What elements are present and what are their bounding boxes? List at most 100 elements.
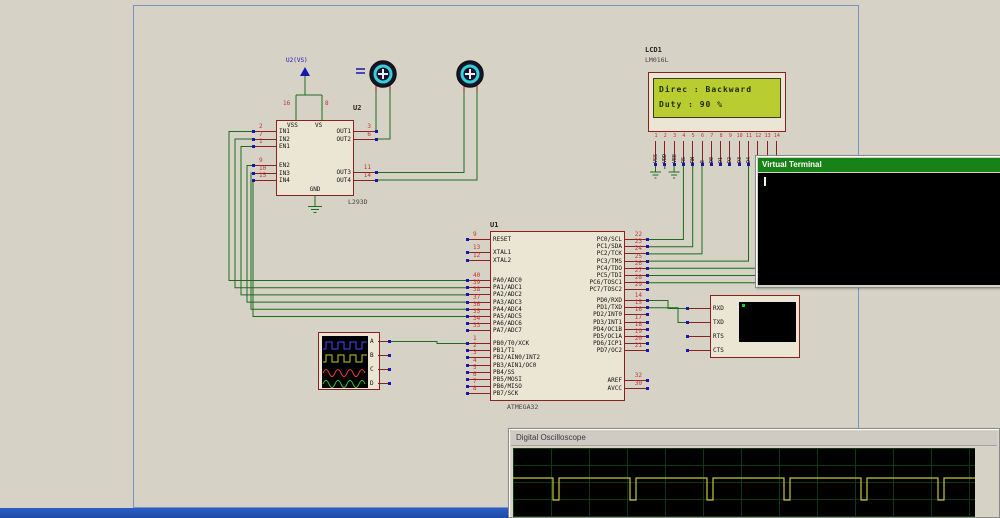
pin-name: D0 bbox=[708, 156, 715, 163]
pin-name: PB6/MISO bbox=[493, 383, 522, 391]
pin-name: PC0/SCL bbox=[596, 236, 622, 243]
virtual-terminal-titlebar[interactable]: Virtual Terminal bbox=[758, 158, 1000, 172]
pin-stub bbox=[255, 180, 276, 181]
pin-number: 14 bbox=[363, 171, 371, 179]
pin-row[interactable]: 7 IN2 bbox=[252, 131, 290, 143]
pin-row[interactable]: 30 AVCC bbox=[608, 380, 649, 392]
pin-row[interactable]: 5 PB4/SS bbox=[466, 364, 515, 376]
virtual-terminal-window[interactable]: Virtual Terminal bbox=[755, 155, 1000, 288]
pin-row[interactable]: 15 IN4 bbox=[252, 172, 290, 184]
pin-row[interactable]: 6 PB5/MOSI bbox=[466, 371, 522, 383]
motor-2[interactable] bbox=[456, 60, 484, 88]
pin-connection-square bbox=[654, 163, 657, 166]
pin-row[interactable]: 6 OUT2 bbox=[337, 131, 378, 143]
pin-name: D3 bbox=[736, 156, 743, 163]
channel-pin-row[interactable]: D bbox=[370, 380, 394, 387]
digital-oscilloscope-window[interactable]: Digital Oscilloscope bbox=[508, 428, 1000, 518]
pin-number: 32 bbox=[634, 372, 642, 379]
channel-label: B bbox=[370, 352, 374, 359]
pin-number: 27 bbox=[634, 267, 642, 274]
pin-number: 7 bbox=[473, 378, 477, 386]
scope-wire bbox=[389, 341, 468, 344]
pin-number: 25 bbox=[634, 252, 642, 260]
virtual-terminal-screen[interactable] bbox=[758, 173, 1000, 285]
lcd-ref: LCD1 bbox=[645, 46, 662, 54]
pin-number: 33 bbox=[473, 322, 481, 330]
pin-connection-square bbox=[388, 354, 391, 357]
power-net bbox=[295, 67, 323, 120]
pin-row[interactable]: CTS bbox=[686, 347, 724, 354]
pin-name: PD2/INT0 bbox=[593, 311, 622, 319]
driver-vs-label: VS bbox=[315, 122, 323, 129]
channel-pin-row[interactable]: C bbox=[370, 366, 394, 373]
pin-connection-square bbox=[646, 349, 649, 353]
pin-stub bbox=[469, 239, 490, 240]
pin-name: PB3/AIN1/OC0 bbox=[493, 361, 537, 369]
pin-connection-square bbox=[375, 130, 378, 133]
pin-row[interactable]: 21 PD7/OC2 bbox=[597, 342, 649, 354]
lcd-line-2: Duty : 90 % bbox=[659, 100, 723, 109]
oscilloscope-screen[interactable] bbox=[513, 448, 975, 517]
pin-row[interactable]: 4 PB3/AIN1/OC0 bbox=[466, 357, 536, 369]
pin-number: 26 bbox=[634, 259, 642, 267]
pin-name: VEE bbox=[671, 153, 678, 163]
pin-name: D4 bbox=[746, 156, 752, 163]
pin-row[interactable]: 2 PB1/T1 bbox=[466, 342, 515, 354]
pin-name: PA5/ADC5 bbox=[493, 313, 522, 320]
pin-connection-square bbox=[375, 178, 378, 182]
pin-row[interactable]: 14 OUT4 bbox=[337, 172, 378, 184]
pin-connection-square bbox=[747, 163, 750, 166]
pin-row[interactable]: 33 PA7/ADC7 bbox=[466, 322, 522, 334]
lcd-line-1: Direc : Backward bbox=[659, 85, 753, 94]
pin-connection-square bbox=[646, 306, 649, 310]
pin-name: PD7/OC2 bbox=[596, 347, 622, 355]
channel-pin-row[interactable]: B bbox=[370, 352, 394, 359]
pin-name: PB4/SS bbox=[493, 368, 515, 376]
pin-stub bbox=[378, 355, 388, 356]
pin-connection-square bbox=[646, 238, 649, 241]
pin-name: PC6/TOSC1 bbox=[589, 279, 622, 287]
pin-row[interactable]: 1 PB0/T0/XCK bbox=[466, 335, 529, 347]
channel-pin-row[interactable]: A bbox=[370, 338, 394, 345]
pin-name: D1 bbox=[718, 156, 725, 163]
pin-name: RW bbox=[690, 156, 697, 163]
pin-row[interactable]: 8 PB7/SCK bbox=[466, 385, 518, 397]
pin-number: 24 bbox=[634, 245, 642, 253]
pin-stub bbox=[689, 308, 710, 309]
pin-row[interactable]: 2 IN1 bbox=[252, 123, 290, 135]
pin-name: AREF bbox=[607, 377, 622, 384]
pin-number: 17 bbox=[634, 313, 642, 321]
pin-number: 6 bbox=[473, 371, 477, 378]
pin-number: 4 bbox=[473, 356, 477, 364]
pin-number: 10 bbox=[259, 164, 267, 172]
pin-row[interactable]: TXD bbox=[686, 319, 724, 326]
pin-row[interactable]: RTS bbox=[686, 333, 724, 340]
pin-number: 2 bbox=[259, 123, 263, 130]
pin-row[interactable]: RXD bbox=[686, 305, 724, 312]
terminal-activity-dot bbox=[742, 304, 745, 307]
pin-number: 40 bbox=[473, 272, 481, 279]
oscilloscope-titlebar[interactable]: Digital Oscilloscope bbox=[511, 431, 997, 446]
channel-label: D bbox=[370, 380, 374, 387]
driver-ref: U2 bbox=[353, 104, 362, 112]
pin-row[interactable]: 1 EN1 bbox=[252, 138, 290, 150]
pin-name: PA3/ADC3 bbox=[493, 298, 522, 306]
pin-row[interactable]: 7 PB6/MISO bbox=[466, 378, 522, 390]
pin-name: PC4/TDO bbox=[596, 264, 622, 272]
pin-number: 21 bbox=[634, 342, 642, 350]
pin-stub bbox=[625, 387, 646, 389]
pin-stub bbox=[354, 179, 375, 181]
pin-number: 28 bbox=[634, 274, 642, 282]
pin-row[interactable]: 3 OUT1 bbox=[337, 123, 378, 135]
pin-row[interactable]: 9 RESET bbox=[466, 231, 511, 243]
pin-name: PB1/T1 bbox=[493, 347, 515, 355]
pin-number: 13 bbox=[473, 244, 481, 251]
pin-connection-square bbox=[646, 252, 649, 256]
motor-1[interactable] bbox=[356, 60, 397, 88]
pin-row[interactable]: 3 PB2/AIN0/INT2 bbox=[466, 349, 540, 361]
pin-row[interactable]: 12 XTAL2 bbox=[466, 252, 511, 264]
pin-name: EN1 bbox=[279, 143, 290, 150]
pin-connection-square bbox=[646, 266, 649, 270]
pin-name: PA1/ADC1 bbox=[493, 284, 522, 292]
pin-connection-square bbox=[646, 335, 649, 338]
